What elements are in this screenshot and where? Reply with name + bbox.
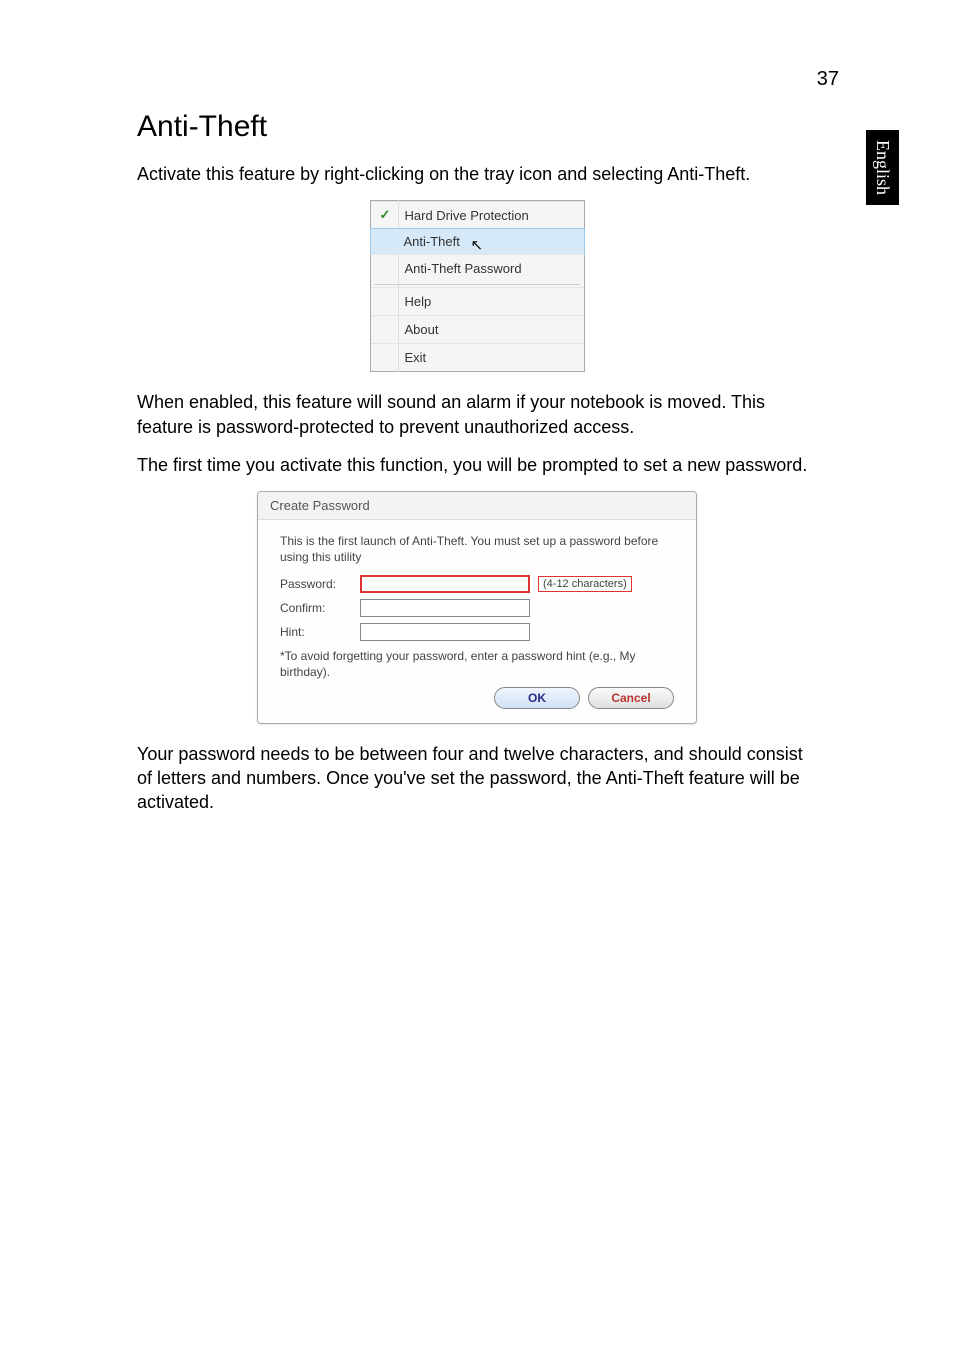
menu-item-at-password[interactable]: Anti-Theft Password [371,254,584,282]
menu-item-label: Exit [405,350,427,365]
page-number: 37 [817,68,839,91]
label-password: Password: [280,577,352,591]
menu-divider [375,284,580,285]
menu-item-label: Hard Drive Protection [405,208,529,223]
menu-item-help[interactable]: Help [371,287,584,315]
create-password-dialog: Create Password This is the first launch… [257,491,697,723]
row-password: Password: (4-12 characters) [280,575,674,593]
para-activate: Activate this feature by right-clicking … [137,162,817,186]
menu-item-anti-theft[interactable]: Anti-Theft ↖ [370,228,585,255]
menu-item-label: Help [405,294,432,309]
button-row: OK Cancel [280,687,674,709]
menu-item-label: Anti-Theft [404,234,460,249]
para-password-req: Your password needs to be between four a… [137,742,817,815]
label-hint: Hint: [280,625,352,639]
cancel-button[interactable]: Cancel [588,687,674,709]
menu-item-exit[interactable]: Exit [371,343,584,371]
para-enabled: When enabled, this feature will sound an… [137,390,817,439]
check-icon: ✓ [380,207,391,223]
hint-input[interactable] [360,623,530,641]
row-confirm: Confirm: [280,599,674,617]
heading-anti-theft: Anti-Theft [137,110,817,144]
menu-item-label: Anti-Theft Password [405,261,522,276]
para-first-time: The first time you activate this functio… [137,453,817,477]
confirm-input[interactable] [360,599,530,617]
dialog-intro: This is the first launch of Anti-Theft. … [280,534,674,565]
context-menu: ✓ Hard Drive Protection Anti-Theft ↖ Ant… [370,200,585,372]
ok-button[interactable]: OK [494,687,580,709]
cursor-icon: ↖ [471,236,484,254]
language-tab: English [866,130,899,205]
content-area: Anti-Theft Activate this feature by righ… [137,110,817,828]
dialog-body: This is the first launch of Anti-Theft. … [258,520,696,722]
label-confirm: Confirm: [280,601,352,615]
row-hint: Hint: [280,623,674,641]
dialog-title: Create Password [258,492,696,520]
hint-note: *To avoid forgetting your password, ente… [280,649,674,680]
password-input[interactable] [360,575,530,593]
menu-item-hdp[interactable]: ✓ Hard Drive Protection [371,201,584,229]
menu-item-label: About [405,322,439,337]
password-range: (4-12 characters) [538,576,632,592]
menu-item-about[interactable]: About [371,315,584,343]
